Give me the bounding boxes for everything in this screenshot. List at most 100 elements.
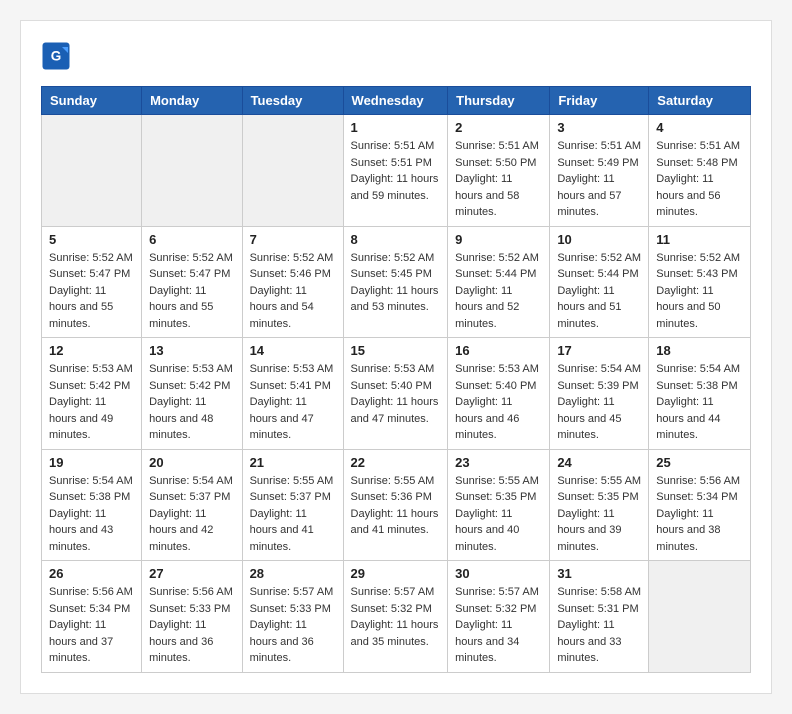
calendar-day: 25 Sunrise: 5:56 AM Sunset: 5:34 PM Dayli… <box>649 449 751 561</box>
day-number: 23 <box>455 455 542 470</box>
day-number: 24 <box>557 455 641 470</box>
day-info: Sunrise: 5:52 AM Sunset: 5:47 PM Dayligh… <box>149 250 234 333</box>
day-number: 20 <box>149 455 234 470</box>
day-number: 2 <box>455 120 542 135</box>
day-info: Sunrise: 5:54 AM Sunset: 5:39 PM Dayligh… <box>557 361 641 444</box>
day-info: Sunrise: 5:52 AM Sunset: 5:44 PM Dayligh… <box>557 250 641 333</box>
calendar-day: 19 Sunrise: 5:54 AM Sunset: 5:38 PM Dayli… <box>42 449 142 561</box>
day-info: Sunrise: 5:55 AM Sunset: 5:35 PM Dayligh… <box>557 473 641 556</box>
day-number: 6 <box>149 232 234 247</box>
day-info: Sunrise: 5:54 AM Sunset: 5:37 PM Dayligh… <box>149 473 234 556</box>
day-info: Sunrise: 5:52 AM Sunset: 5:44 PM Dayligh… <box>455 250 542 333</box>
calendar-day: 8 Sunrise: 5:52 AM Sunset: 5:45 PM Daylig… <box>343 226 448 338</box>
calendar-day: 4Sunrise: 5:51 AM Sunset: 5:48 PM Daylig… <box>649 115 751 227</box>
day-info: Sunrise: 5:52 AM Sunset: 5:47 PM Dayligh… <box>49 250 134 333</box>
day-number: 10 <box>557 232 641 247</box>
day-info: Sunrise: 5:51 AM Sunset: 5:50 PM Dayligh… <box>455 138 542 221</box>
weekday-header: Monday <box>142 87 242 115</box>
calendar-day: 14Sunrise: 5:53 AM Sunset: 5:41 PM Dayli… <box>242 338 343 450</box>
calendar-day: 1 Sunrise: 5:51 AM Sunset: 5:51 PM Daylig… <box>343 115 448 227</box>
day-number: 21 <box>250 455 336 470</box>
calendar-container: G SundayMondayTuesdayWednesdayThursdayFr… <box>20 20 772 694</box>
day-number: 29 <box>351 566 441 581</box>
day-number: 31 <box>557 566 641 581</box>
day-info: Sunrise: 5:57 AM Sunset: 5:32 PM Dayligh… <box>455 584 542 667</box>
calendar-day: 28 Sunrise: 5:57 AM Sunset: 5:33 PM Dayli… <box>242 561 343 673</box>
day-number: 17 <box>557 343 641 358</box>
day-number: 15 <box>351 343 441 358</box>
day-info: Sunrise: 5:53 AM Sunset: 5:40 PM Dayligh… <box>351 361 441 427</box>
svg-text:G: G <box>51 49 62 64</box>
week-row: 1 Sunrise: 5:51 AM Sunset: 5:51 PM Daylig… <box>42 115 751 227</box>
calendar-day <box>142 115 242 227</box>
calendar-day <box>42 115 142 227</box>
calendar-day: 5Sunrise: 5:52 AM Sunset: 5:47 PM Daylig… <box>42 226 142 338</box>
page-header: G <box>41 41 751 71</box>
calendar-day: 11 Sunrise: 5:52 AM Sunset: 5:43 PM Dayli… <box>649 226 751 338</box>
week-row: 26 Sunrise: 5:56 AM Sunset: 5:34 PM Dayli… <box>42 561 751 673</box>
day-number: 7 <box>250 232 336 247</box>
day-info: Sunrise: 5:53 AM Sunset: 5:42 PM Dayligh… <box>149 361 234 444</box>
calendar-day: 22Sunrise: 5:55 AM Sunset: 5:36 PM Dayli… <box>343 449 448 561</box>
day-info: Sunrise: 5:51 AM Sunset: 5:49 PM Dayligh… <box>557 138 641 221</box>
day-number: 19 <box>49 455 134 470</box>
calendar-day: 24 Sunrise: 5:55 AM Sunset: 5:35 PM Dayli… <box>550 449 649 561</box>
day-number: 9 <box>455 232 542 247</box>
week-row: 19 Sunrise: 5:54 AM Sunset: 5:38 PM Dayli… <box>42 449 751 561</box>
calendar-day: 3 Sunrise: 5:51 AM Sunset: 5:49 PM Daylig… <box>550 115 649 227</box>
day-info: Sunrise: 5:51 AM Sunset: 5:51 PM Dayligh… <box>351 138 441 204</box>
day-info: Sunrise: 5:56 AM Sunset: 5:34 PM Dayligh… <box>49 584 134 667</box>
calendar-table: SundayMondayTuesdayWednesdayThursdayFrid… <box>41 86 751 673</box>
calendar-day: 29 Sunrise: 5:57 AM Sunset: 5:32 PM Dayli… <box>343 561 448 673</box>
calendar-day: 7 Sunrise: 5:52 AM Sunset: 5:46 PM Daylig… <box>242 226 343 338</box>
day-number: 30 <box>455 566 542 581</box>
day-info: Sunrise: 5:57 AM Sunset: 5:33 PM Dayligh… <box>250 584 336 667</box>
weekday-header: Wednesday <box>343 87 448 115</box>
day-number: 25 <box>656 455 743 470</box>
day-info: Sunrise: 5:56 AM Sunset: 5:34 PM Dayligh… <box>656 473 743 556</box>
calendar-day: 13 Sunrise: 5:53 AM Sunset: 5:42 PM Dayli… <box>142 338 242 450</box>
day-number: 12 <box>49 343 134 358</box>
day-info: Sunrise: 5:52 AM Sunset: 5:45 PM Dayligh… <box>351 250 441 316</box>
logo-icon: G <box>41 41 71 71</box>
day-info: Sunrise: 5:53 AM Sunset: 5:41 PM Dayligh… <box>250 361 336 444</box>
day-number: 27 <box>149 566 234 581</box>
day-number: 26 <box>49 566 134 581</box>
day-info: Sunrise: 5:53 AM Sunset: 5:42 PM Dayligh… <box>49 361 134 444</box>
calendar-day: 15 Sunrise: 5:53 AM Sunset: 5:40 PM Dayli… <box>343 338 448 450</box>
calendar-day: 6 Sunrise: 5:52 AM Sunset: 5:47 PM Daylig… <box>142 226 242 338</box>
week-row: 5Sunrise: 5:52 AM Sunset: 5:47 PM Daylig… <box>42 226 751 338</box>
calendar-day: 27Sunrise: 5:56 AM Sunset: 5:33 PM Dayli… <box>142 561 242 673</box>
day-number: 11 <box>656 232 743 247</box>
day-info: Sunrise: 5:57 AM Sunset: 5:32 PM Dayligh… <box>351 584 441 650</box>
calendar-day: 17 Sunrise: 5:54 AM Sunset: 5:39 PM Dayli… <box>550 338 649 450</box>
weekday-header-row: SundayMondayTuesdayWednesdayThursdayFrid… <box>42 87 751 115</box>
calendar-day: 9 Sunrise: 5:52 AM Sunset: 5:44 PM Daylig… <box>448 226 550 338</box>
weekday-header: Tuesday <box>242 87 343 115</box>
day-number: 8 <box>351 232 441 247</box>
calendar-day: 2 Sunrise: 5:51 AM Sunset: 5:50 PM Daylig… <box>448 115 550 227</box>
weekday-header: Saturday <box>649 87 751 115</box>
day-number: 22 <box>351 455 441 470</box>
day-info: Sunrise: 5:54 AM Sunset: 5:38 PM Dayligh… <box>49 473 134 556</box>
day-number: 3 <box>557 120 641 135</box>
weekday-header: Friday <box>550 87 649 115</box>
day-number: 1 <box>351 120 441 135</box>
calendar-day: 21Sunrise: 5:55 AM Sunset: 5:37 PM Dayli… <box>242 449 343 561</box>
day-number: 18 <box>656 343 743 358</box>
logo: G <box>41 41 75 71</box>
day-number: 13 <box>149 343 234 358</box>
weekday-header: Sunday <box>42 87 142 115</box>
day-number: 28 <box>250 566 336 581</box>
calendar-day: 20 Sunrise: 5:54 AM Sunset: 5:37 PM Dayli… <box>142 449 242 561</box>
weekday-header: Thursday <box>448 87 550 115</box>
day-number: 16 <box>455 343 542 358</box>
calendar-day <box>649 561 751 673</box>
day-info: Sunrise: 5:52 AM Sunset: 5:43 PM Dayligh… <box>656 250 743 333</box>
calendar-day <box>242 115 343 227</box>
calendar-day: 10 Sunrise: 5:52 AM Sunset: 5:44 PM Dayli… <box>550 226 649 338</box>
calendar-day: 23Sunrise: 5:55 AM Sunset: 5:35 PM Dayli… <box>448 449 550 561</box>
calendar-day: 30 Sunrise: 5:57 AM Sunset: 5:32 PM Dayli… <box>448 561 550 673</box>
day-info: Sunrise: 5:52 AM Sunset: 5:46 PM Dayligh… <box>250 250 336 333</box>
day-info: Sunrise: 5:53 AM Sunset: 5:40 PM Dayligh… <box>455 361 542 444</box>
